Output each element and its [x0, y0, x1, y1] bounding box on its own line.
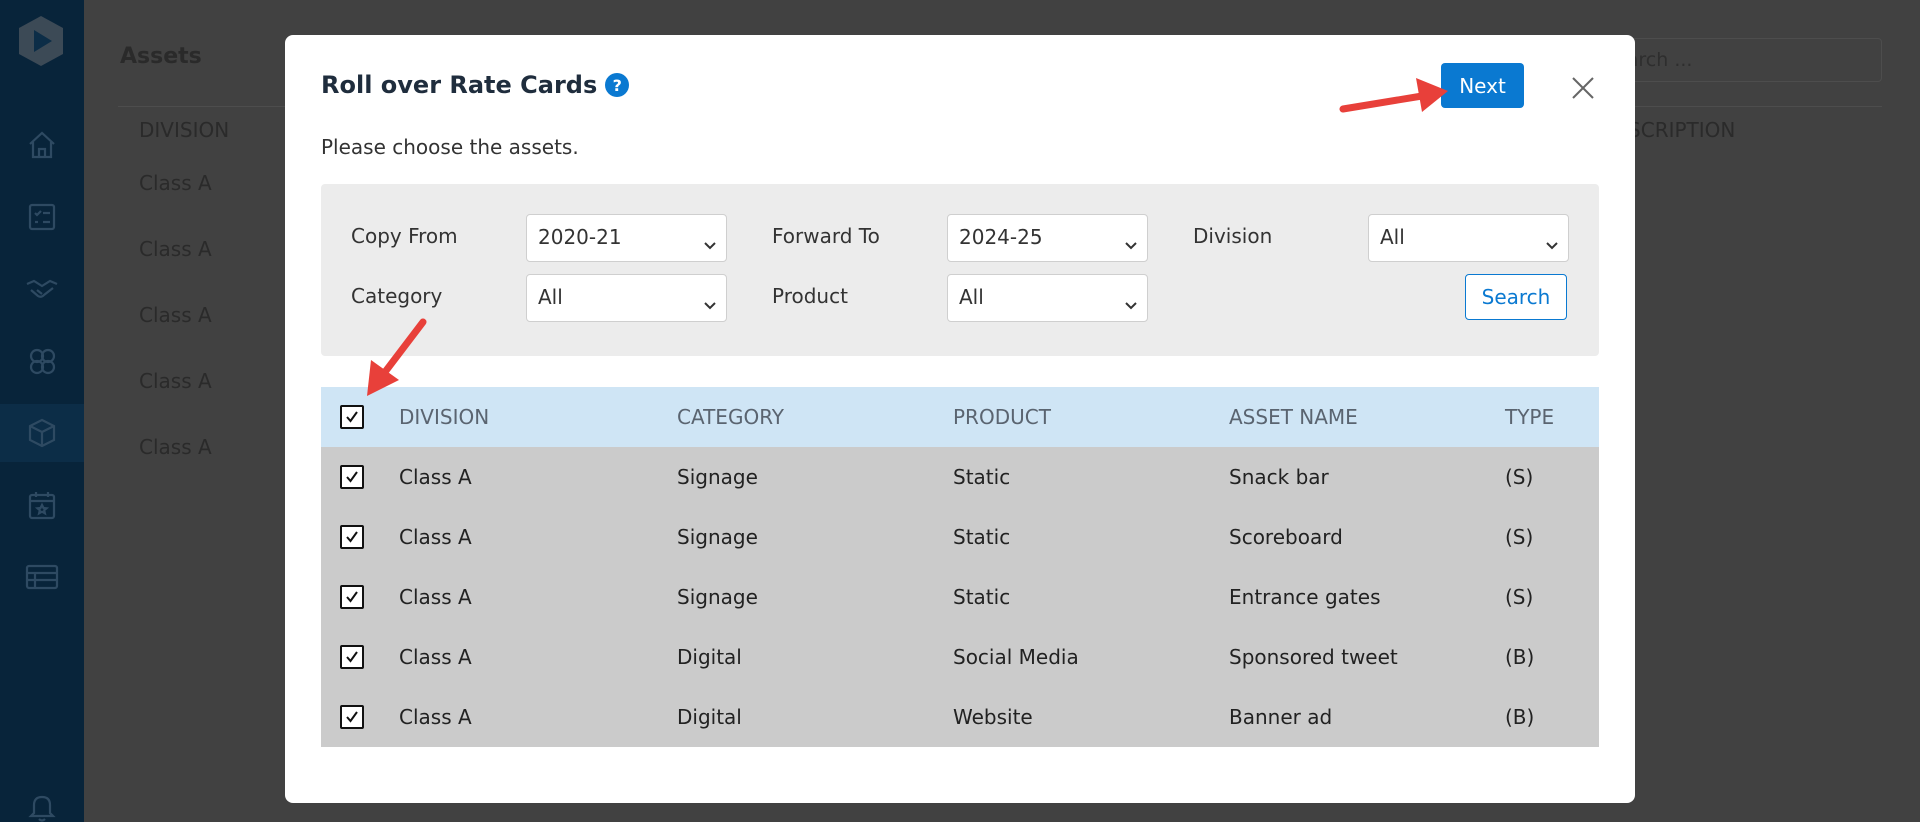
row-checkbox[interactable] — [340, 705, 364, 729]
forward-to-select[interactable]: 2024-25 — [947, 214, 1148, 262]
help-icon[interactable]: ? — [605, 73, 630, 97]
cell-division: Class A — [399, 645, 472, 669]
product-value: All — [959, 285, 984, 309]
category-label: Category — [351, 284, 443, 308]
cell-type: (S) — [1505, 465, 1534, 489]
cell-division: Class A — [399, 705, 472, 729]
product-label: Product — [772, 284, 848, 308]
search-icon — [1603, 49, 1869, 76]
cell-type: (B) — [1505, 645, 1535, 669]
forward-to-value: 2024-25 — [959, 225, 1043, 249]
category-value: All — [538, 285, 563, 309]
cell-division: Class A — [399, 585, 472, 609]
app-logo[interactable] — [14, 14, 68, 68]
table-row[interactable]: Class A Signage Static Snack bar (S) — [321, 447, 1599, 507]
cell-category: Signage — [677, 465, 758, 489]
column-header-product[interactable]: PRODUCT — [953, 387, 1051, 447]
bg-row-division: Class A — [139, 369, 212, 393]
table-row[interactable]: Class A Digital Website Banner ad (B) — [321, 687, 1599, 747]
bg-row-division: Class A — [139, 303, 212, 327]
cell-product: Social Media — [953, 645, 1079, 669]
sidebar — [0, 0, 84, 822]
division-value: All — [1380, 225, 1405, 249]
copy-from-select[interactable]: 2020-21 — [526, 214, 727, 262]
page-title: Assets — [120, 44, 202, 69]
table-header-row: DIVISION CATEGORY PRODUCT ASSET NAME TYP… — [321, 387, 1599, 447]
column-header-division[interactable]: DIVISION — [399, 387, 489, 447]
cell-asset-name: Entrance gates — [1229, 585, 1381, 609]
category-select[interactable]: All — [526, 274, 727, 322]
row-checkbox[interactable] — [340, 585, 364, 609]
assets-box-icon[interactable] — [0, 404, 84, 462]
table-row[interactable]: Class A Digital Social Media Sponsored t… — [321, 627, 1599, 687]
product-select[interactable]: All — [947, 274, 1148, 322]
handshake-icon[interactable] — [0, 260, 84, 318]
cell-product: Static — [953, 525, 1011, 549]
division-select[interactable]: All — [1368, 214, 1569, 262]
cell-type: (S) — [1505, 585, 1534, 609]
cell-product: Static — [953, 585, 1011, 609]
filter-panel: Copy From 2020-21 Forward To 2024-25 Div… — [321, 184, 1599, 356]
roll-over-modal: Roll over Rate Cards ? Next Please choos… — [285, 35, 1635, 803]
bell-icon[interactable] — [0, 778, 84, 822]
column-header-type[interactable]: TYPE — [1505, 387, 1554, 447]
copy-from-value: 2020-21 — [538, 225, 622, 249]
cell-type: (B) — [1505, 705, 1535, 729]
home-icon[interactable] — [0, 116, 84, 174]
cell-division: Class A — [399, 525, 472, 549]
cell-asset-name: Snack bar — [1229, 465, 1329, 489]
chevron-down-icon — [703, 232, 717, 256]
bg-row-division: Class A — [139, 237, 212, 261]
table-row[interactable]: Class A Signage Static Entrance gates (S… — [321, 567, 1599, 627]
row-checkbox[interactable] — [340, 465, 364, 489]
cell-product: Static — [953, 465, 1011, 489]
modal-subtitle: Please choose the assets. — [321, 135, 579, 159]
row-checkbox[interactable] — [340, 645, 364, 669]
forward-to-label: Forward To — [772, 224, 880, 248]
cell-product: Website — [953, 705, 1033, 729]
row-checkbox[interactable] — [340, 525, 364, 549]
chevron-down-icon — [1124, 292, 1138, 316]
modal-title-text: Roll over Rate Cards — [321, 71, 598, 99]
cell-category: Digital — [677, 705, 742, 729]
cell-asset-name: Sponsored tweet — [1229, 645, 1398, 669]
assets-table: DIVISION CATEGORY PRODUCT ASSET NAME TYP… — [321, 387, 1599, 747]
close-icon[interactable] — [1568, 73, 1598, 103]
cell-asset-name: Scoreboard — [1229, 525, 1343, 549]
cell-category: Signage — [677, 525, 758, 549]
table-row[interactable]: Class A Signage Static Scoreboard (S) — [321, 507, 1599, 567]
next-button[interactable]: Next — [1441, 63, 1524, 108]
bg-column-division: DIVISION — [139, 118, 230, 142]
column-header-asset-name[interactable]: ASSET NAME — [1229, 387, 1358, 447]
division-label: Division — [1193, 224, 1273, 248]
column-header-category[interactable]: CATEGORY — [677, 387, 784, 447]
chevron-down-icon — [703, 292, 717, 316]
calendar-icon[interactable] — [0, 476, 84, 534]
checklist-icon[interactable] — [0, 188, 84, 246]
select-all-checkbox[interactable] — [340, 405, 364, 429]
modal-title: Roll over Rate Cards ? — [321, 71, 630, 99]
copy-from-label: Copy From — [351, 224, 458, 248]
bg-row-division: Class A — [139, 435, 212, 459]
table-icon[interactable] — [0, 548, 84, 606]
chevron-down-icon — [1545, 232, 1559, 256]
group-icon[interactable] — [0, 332, 84, 390]
cell-asset-name: Banner ad — [1229, 705, 1333, 729]
cell-category: Digital — [677, 645, 742, 669]
bg-row-division: Class A — [139, 171, 212, 195]
cell-type: (S) — [1505, 525, 1534, 549]
search-button[interactable]: Search — [1465, 274, 1567, 320]
chevron-down-icon — [1124, 232, 1138, 256]
cell-division: Class A — [399, 465, 472, 489]
cell-category: Signage — [677, 585, 758, 609]
